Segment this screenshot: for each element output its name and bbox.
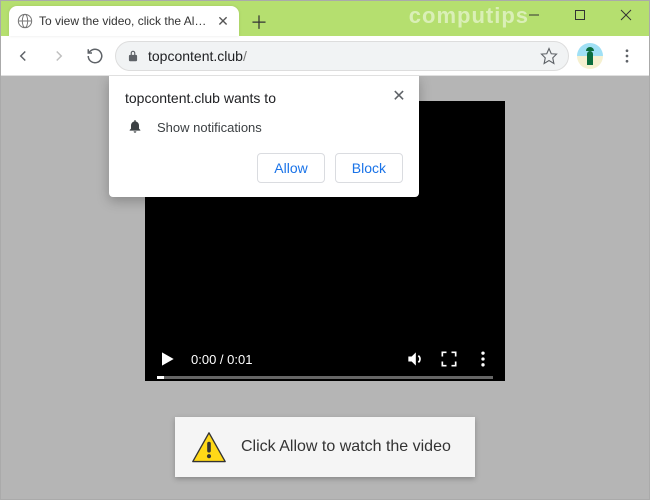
permission-title: topcontent.club wants to <box>125 90 403 106</box>
maximize-button[interactable] <box>557 1 603 29</box>
lock-icon <box>126 49 140 63</box>
video-time: 0:00 / 0:01 <box>191 352 252 367</box>
tab-title: To view the video, click the Allow <box>39 14 209 28</box>
url-text: topcontent.club/ <box>148 48 532 64</box>
block-button[interactable]: Block <box>335 153 403 183</box>
bookmark-star-icon[interactable] <box>540 47 558 65</box>
browser-tab[interactable]: To view the video, click the Allow ✕ <box>9 6 239 36</box>
warning-icon <box>191 431 227 463</box>
volume-icon[interactable] <box>405 349 425 369</box>
video-controls: 0:00 / 0:01 <box>145 337 505 381</box>
minimize-button[interactable] <box>511 1 557 29</box>
titlebar: To view the video, click the Allow ✕ ＋ c… <box>1 1 649 36</box>
video-more-icon[interactable] <box>473 349 493 369</box>
permission-buttons: Allow Block <box>125 153 403 183</box>
url-domain: topcontent.club <box>148 48 243 64</box>
window-controls <box>511 1 649 29</box>
instruction-text: Click Allow to watch the video <box>241 437 451 456</box>
close-tab-icon[interactable]: ✕ <box>215 13 231 29</box>
back-button[interactable] <box>7 40 39 72</box>
play-icon[interactable] <box>157 349 177 369</box>
notification-permission-popup: ✕ topcontent.club wants to Show notifica… <box>109 76 419 197</box>
page-content: 0:00 / 0:01 ✕ topcontent.club wants to S… <box>1 76 649 499</box>
video-progress[interactable] <box>157 376 493 379</box>
new-tab-button[interactable]: ＋ <box>245 8 273 36</box>
allow-instruction-box: Click Allow to watch the video <box>175 417 475 477</box>
address-bar[interactable]: topcontent.club/ <box>115 41 569 71</box>
fullscreen-icon[interactable] <box>439 349 459 369</box>
close-icon[interactable]: ✕ <box>387 84 411 108</box>
allow-button[interactable]: Allow <box>257 153 324 183</box>
permission-item-label: Show notifications <box>157 120 262 135</box>
bell-icon <box>127 118 143 137</box>
permission-item: Show notifications <box>125 116 403 153</box>
profile-avatar[interactable] <box>577 43 603 69</box>
menu-button[interactable] <box>611 40 643 72</box>
globe-icon <box>17 13 33 29</box>
close-window-button[interactable] <box>603 1 649 29</box>
url-path: / <box>243 48 247 64</box>
reload-button[interactable] <box>79 40 111 72</box>
forward-button[interactable] <box>43 40 75 72</box>
toolbar: topcontent.club/ <box>1 36 649 76</box>
